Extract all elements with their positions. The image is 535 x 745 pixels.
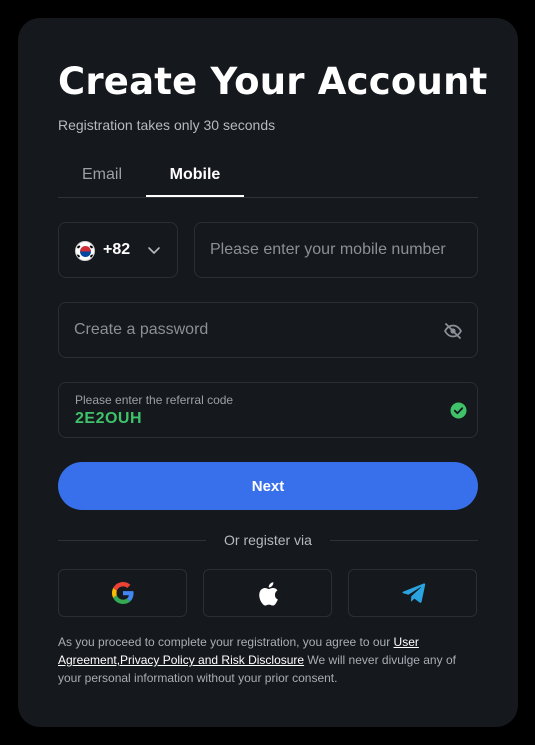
check-circle-icon xyxy=(450,402,467,419)
tab-email[interactable]: Email xyxy=(58,158,146,197)
legal-disclaimer: As you proceed to complete your registra… xyxy=(58,633,478,687)
google-signup-button[interactable] xyxy=(58,569,187,617)
active-tab-indicator xyxy=(146,195,244,197)
telegram-icon xyxy=(402,583,426,603)
registration-card: Create Your Account Registration takes o… xyxy=(18,18,518,727)
south-korea-flag-icon xyxy=(75,241,95,261)
tab-bar: Email Mobile xyxy=(58,158,478,198)
password-field xyxy=(58,302,478,358)
tab-mobile[interactable]: Mobile xyxy=(146,158,244,197)
apple-icon xyxy=(259,582,278,606)
eye-slash-icon[interactable] xyxy=(443,321,463,341)
telegram-signup-button[interactable] xyxy=(348,569,477,617)
page-title: Create Your Account xyxy=(58,60,488,103)
social-divider: Or register via xyxy=(58,530,478,550)
country-code-selector[interactable]: +82 xyxy=(58,222,178,278)
disclaimer-prefix: As you proceed to complete your registra… xyxy=(58,635,394,649)
referral-code-label: Please enter the referral code xyxy=(75,393,234,407)
mobile-number-field xyxy=(194,222,478,278)
country-code-value: +82 xyxy=(103,241,131,258)
google-icon xyxy=(112,582,134,604)
apple-signup-button[interactable] xyxy=(203,569,332,617)
next-button[interactable]: Next xyxy=(58,462,478,510)
mobile-number-input[interactable] xyxy=(210,223,470,277)
referral-code-value: 2E2OUH xyxy=(75,410,143,427)
password-input[interactable] xyxy=(74,303,434,357)
page-subtitle: Registration takes only 30 seconds xyxy=(58,117,276,133)
divider-line-right xyxy=(330,540,478,541)
referral-code-field[interactable]: Please enter the referral code 2E2OUH xyxy=(58,382,478,438)
chevron-down-icon xyxy=(148,247,160,254)
